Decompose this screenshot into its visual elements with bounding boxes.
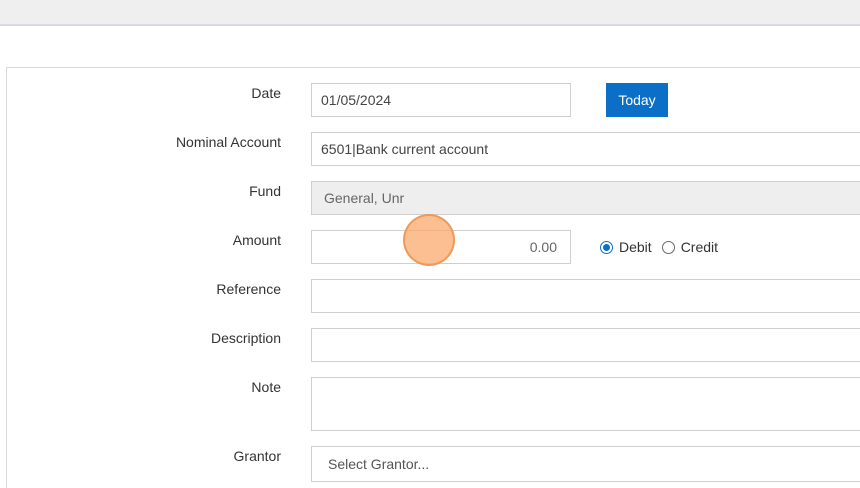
credit-label: Credit <box>680 239 719 255</box>
amount-input[interactable]: 0.00 <box>311 230 571 264</box>
fund-field: General, Unr <box>311 181 860 215</box>
date-input[interactable]: 01/05/2024 <box>311 83 571 117</box>
nominal-account-label: Nominal Account <box>175 134 281 150</box>
amount-value: 0.00 <box>529 239 557 255</box>
reference-input[interactable] <box>311 279 860 313</box>
fund-value: General, Unr <box>324 190 405 206</box>
grantor-label: Grantor <box>233 448 281 464</box>
debit-credit-group: Debit Credit <box>600 238 728 256</box>
grantor-select[interactable]: Select Grantor... <box>311 446 860 482</box>
debit-radio[interactable] <box>600 240 613 254</box>
today-button[interactable]: Today <box>606 83 668 117</box>
note-textarea[interactable] <box>311 377 860 431</box>
fund-label: Fund <box>249 183 281 199</box>
reference-label: Reference <box>216 281 281 297</box>
top-bar <box>0 0 860 26</box>
description-label: Description <box>210 330 281 346</box>
debit-label: Debit <box>619 239 652 255</box>
nominal-account-select[interactable]: 6501|Bank current account <box>311 132 860 166</box>
nominal-account-value: 6501|Bank current account <box>321 141 489 157</box>
note-label: Note <box>251 379 281 395</box>
description-input[interactable] <box>311 328 860 362</box>
grantor-placeholder: Select Grantor... <box>328 456 430 472</box>
amount-label: Amount <box>232 232 281 248</box>
date-label: Date <box>251 85 281 101</box>
date-value: 01/05/2024 <box>321 92 392 108</box>
credit-radio[interactable] <box>661 240 675 254</box>
